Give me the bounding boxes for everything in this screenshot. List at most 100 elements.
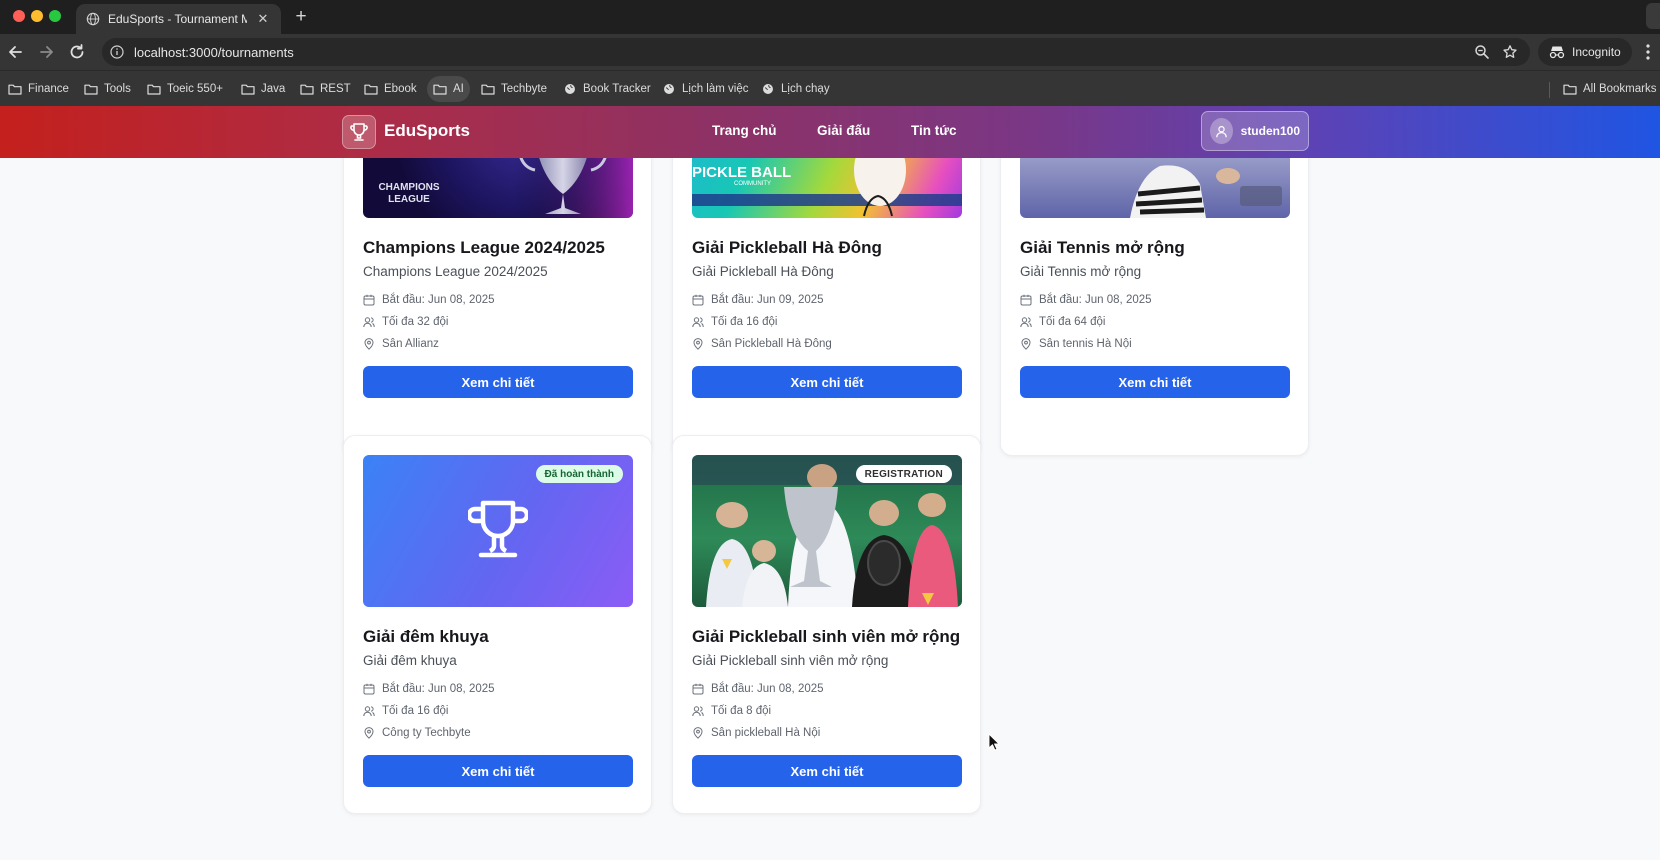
tournament-subtitle: Giải Pickleball sinh viên mở rộng (692, 653, 889, 668)
nav-home[interactable]: Trang chủ (712, 123, 777, 138)
max-teams-row: Tối đa 32 đội (363, 314, 449, 330)
bookmark-star-icon[interactable] (1502, 44, 1518, 60)
view-details-button[interactable]: Xem chi tiết (1020, 366, 1290, 398)
folder-icon (147, 84, 161, 95)
user-menu-button[interactable]: studen100 (1201, 111, 1309, 151)
venue-row: Sân Allianz (363, 336, 439, 352)
view-details-button[interactable]: Xem chi tiết (692, 366, 962, 398)
incognito-indicator[interactable]: Incognito (1538, 38, 1632, 66)
site-info-icon[interactable] (110, 45, 124, 59)
folder-icon (433, 84, 447, 95)
bookmark-ebook[interactable]: Ebook (358, 76, 423, 102)
tournament-subtitle: Giải Tennis mở rộng (1020, 264, 1142, 279)
start-date-row: Bắt đầu: Jun 08, 2025 (692, 681, 824, 697)
venue-row: Sân tennis Hà Nội (1020, 336, 1132, 352)
start-date-row: Bắt đầu: Jun 08, 2025 (363, 681, 495, 697)
tournament-title: Giải Pickleball sinh viên mở rộng (692, 627, 961, 646)
media-caption: PICKLE BALL (692, 164, 792, 181)
folder-icon (300, 84, 314, 95)
tournament-card-champions-league: CHAMPIONS LEAGUE Champions League 2024/2… (343, 106, 652, 456)
bookmark-ai[interactable]: AI (427, 76, 470, 102)
bookmark-book-tracker[interactable]: Book Tracker (557, 76, 657, 102)
view-details-button[interactable]: Xem chi tiết (363, 755, 633, 787)
map-pin-icon (693, 727, 703, 739)
status-badge: REGISTRATION (855, 465, 952, 483)
calendar-icon (1020, 294, 1032, 306)
tournament-subtitle: Giải đêm khuya (363, 653, 457, 668)
new-tab-button[interactable]: + (290, 6, 312, 28)
venue-row: Sân Pickleball Hà Đông (692, 336, 832, 352)
forward-arrow-icon[interactable] (36, 42, 56, 62)
folder-icon (481, 84, 495, 95)
max-teams-row: Tối đa 16 đội (363, 703, 449, 719)
bookmark-toeic[interactable]: Toeic 550+ (141, 76, 229, 102)
page-content: CHAMPIONS LEAGUE Champions League 2024/2… (0, 106, 1660, 860)
logo[interactable] (342, 115, 376, 149)
reload-icon[interactable] (67, 42, 87, 62)
map-pin-icon (693, 338, 703, 350)
trophy-icon (468, 500, 528, 558)
back-arrow-icon[interactable] (6, 42, 26, 62)
calendar-icon (692, 294, 704, 306)
incognito-label: Incognito (1572, 45, 1621, 59)
incognito-icon (1549, 46, 1565, 59)
maximize-window-button[interactable] (49, 10, 61, 22)
venue-row: Sân pickleball Hà Nội (692, 725, 820, 741)
users-icon (692, 706, 704, 717)
minimize-window-button[interactable] (31, 10, 43, 22)
max-teams-row: Tối đa 8 đội (692, 703, 771, 719)
url-text[interactable]: localhost:3000/tournaments (134, 45, 294, 60)
status-badge: Đã hoàn thành (535, 465, 623, 483)
venue-row: Công ty Techbyte (363, 725, 471, 741)
all-bookmarks-button[interactable]: All Bookmarks (1557, 76, 1660, 102)
users-icon (692, 317, 704, 328)
tab-title: EduSports - Tournament Man (108, 12, 247, 26)
bookmark-lich-chay[interactable]: Lịch chạy (755, 76, 836, 102)
bookmark-tools[interactable]: Tools (78, 76, 137, 102)
browser-toolbar: localhost:3000/tournaments Incognito (0, 34, 1660, 70)
tournament-subtitle: Giải Pickleball Hà Đông (692, 264, 834, 279)
browser-tab-edusports[interactable]: EduSports - Tournament Man ✕ (76, 4, 281, 34)
username: studen100 (1240, 124, 1300, 138)
calendar-icon (363, 294, 375, 306)
folder-icon (364, 84, 378, 95)
site-header: EduSports Trang chủ Giải đấu Tin tức stu… (0, 106, 1660, 158)
max-teams-row: Tối đa 64 đội (1020, 314, 1106, 330)
brand-name[interactable]: EduSports (384, 121, 470, 141)
globe-icon (664, 84, 674, 94)
tournament-subtitle: Champions League 2024/2025 (363, 264, 548, 279)
bookmark-techbyte[interactable]: Techbyte (475, 76, 553, 102)
close-window-button[interactable] (13, 10, 25, 22)
browser-menu-icon[interactable] (1645, 43, 1651, 61)
tournament-card-pickleball-ha-dong: PICKLE BALL COMMUNITY Giải Pickleball Hà… (672, 106, 981, 456)
close-icon[interactable]: ✕ (255, 11, 271, 27)
nav-tournaments[interactable]: Giải đấu (817, 123, 870, 138)
address-bar[interactable]: localhost:3000/tournaments (102, 38, 1530, 66)
max-teams-row: Tối đa 16 đội (692, 314, 778, 330)
bookmark-finance[interactable]: Finance (2, 76, 75, 102)
calendar-icon (363, 683, 375, 695)
tournament-card-tennis: Giải Tennis mở rộng Giải Tennis mở rộng … (1000, 106, 1309, 456)
folder-icon (241, 84, 255, 95)
bookmark-rest[interactable]: REST (294, 76, 357, 102)
view-details-button[interactable]: Xem chi tiết (363, 366, 633, 398)
users-icon (1020, 317, 1032, 328)
tournament-title: Giải đêm khuya (363, 627, 489, 646)
tournament-image-placeholder[interactable]: Đã hoàn thành (363, 455, 633, 607)
view-details-button[interactable]: Xem chi tiết (692, 755, 962, 787)
media-caption: CHAMPIONS LEAGUE (378, 182, 440, 205)
start-date-row: Bắt đầu: Jun 08, 2025 (363, 292, 495, 308)
calendar-icon (692, 683, 704, 695)
tournament-card-pickleball-sinh-vien: REGISTRATION Giải Pickleball sinh viên m… (672, 435, 981, 814)
media-caption-small: COMMUNITY (734, 181, 771, 187)
avatar (1210, 118, 1233, 144)
mouse-cursor-icon (988, 733, 1000, 751)
tournament-image-pickleball-players[interactable]: REGISTRATION (692, 455, 962, 607)
map-pin-icon (1021, 338, 1031, 350)
tab-search-button[interactable] (1646, 3, 1660, 29)
bookmark-lich-lam-viec[interactable]: Lịch làm việc (656, 76, 754, 102)
users-icon (363, 706, 375, 717)
zoom-icon[interactable] (1474, 44, 1490, 60)
bookmark-java[interactable]: Java (235, 76, 291, 102)
nav-news[interactable]: Tin tức (911, 123, 957, 138)
